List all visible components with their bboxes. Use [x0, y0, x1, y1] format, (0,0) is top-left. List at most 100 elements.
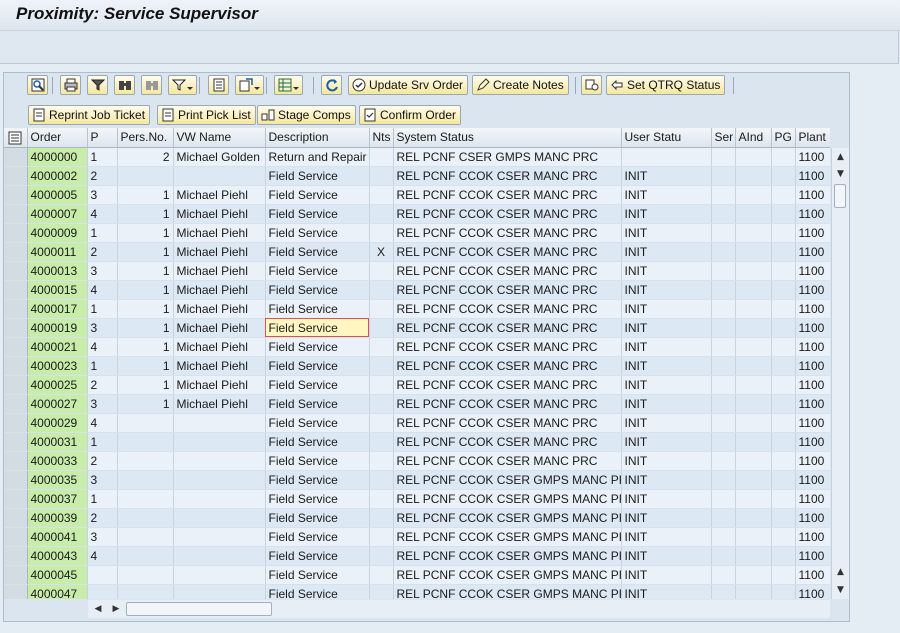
cell-order[interactable]: 4000035 [27, 470, 88, 490]
cell-vw-name[interactable]: Michael Piehl [173, 356, 266, 376]
cell-aind[interactable] [735, 489, 772, 509]
cell-pers-no[interactable] [117, 546, 174, 566]
column-header-user-statu[interactable]: User Statu [621, 128, 712, 148]
cell-nts[interactable] [369, 508, 394, 528]
spreadsheet-button[interactable] [274, 75, 303, 95]
cell-pers-no[interactable] [117, 413, 174, 433]
cell-order[interactable]: 4000031 [27, 432, 88, 452]
cell-aind[interactable] [735, 223, 772, 243]
filter-set-button[interactable] [87, 75, 108, 95]
row-selector[interactable] [4, 280, 28, 300]
scroll-page-down-icon[interactable]: ▼ [833, 581, 848, 598]
cell-user-statu[interactable]: INIT [621, 432, 712, 452]
cell-nts[interactable] [369, 356, 394, 376]
cell-nts[interactable] [369, 470, 394, 490]
cell-aind[interactable] [735, 204, 772, 224]
cell-aind[interactable] [735, 242, 772, 262]
cell-p[interactable]: 3 [87, 261, 118, 281]
row-selector[interactable] [4, 166, 28, 186]
cell-plant[interactable]: 1100 [795, 166, 830, 186]
cell-plant[interactable]: 1100 [795, 204, 830, 224]
column-header-pers-no[interactable]: Pers.No. [117, 128, 174, 148]
cell-description[interactable]: Field Service [265, 223, 370, 243]
cell-user-statu[interactable]: INIT [621, 565, 712, 585]
cell-order[interactable]: 4000015 [27, 280, 88, 300]
confirm-order-button[interactable]: Confirm Order [359, 105, 462, 125]
cell-user-statu[interactable]: INIT [621, 280, 712, 300]
qtrq-icon-button[interactable] [581, 75, 602, 95]
cell-vw-name[interactable]: Michael Piehl [173, 280, 266, 300]
cell-system-status[interactable]: REL PCNF CCOK CSER MANC PRC [393, 299, 622, 319]
cell-p[interactable]: 4 [87, 337, 118, 357]
table-row[interactable]: 4000013 3 1 Michael Piehl Field Service REL P… [4, 261, 830, 281]
cell-vw-name[interactable]: Michael Piehl [173, 242, 266, 262]
cell-pg[interactable] [771, 451, 796, 471]
cell-plant[interactable]: 1100 [795, 375, 830, 395]
cell-order[interactable]: 4000017 [27, 299, 88, 319]
table-row[interactable]: 4000031 1 Field Service REL PCNF CCOK CSER … [4, 432, 830, 452]
cell-plant[interactable]: 1100 [795, 299, 830, 319]
cell-user-statu[interactable]: INIT [621, 470, 712, 490]
cell-description[interactable]: Field Service [265, 337, 370, 357]
cell-pers-no[interactable]: 1 [117, 185, 174, 205]
cell-system-status[interactable]: REL PCNF CCOK CSER MANC PRC [393, 166, 622, 186]
cell-system-status[interactable]: REL PCNF CCOK CSER GMPS MANC PRC [393, 546, 622, 566]
cell-p[interactable]: 1 [87, 356, 118, 376]
cell-vw-name[interactable]: Michael Piehl [173, 394, 266, 414]
cell-p[interactable]: 4 [87, 204, 118, 224]
cell-description[interactable]: Field Service [265, 565, 370, 585]
cell-nts[interactable] [369, 204, 394, 224]
table-row[interactable]: 4000035 3 Field Service REL PCNF CCOK CSER … [4, 470, 830, 490]
scroll-page-up-icon[interactable]: ▲ [833, 563, 848, 580]
scroll-left-icon[interactable]: ◀ [90, 601, 106, 617]
cell-pers-no[interactable]: 1 [117, 280, 174, 300]
column-header-vw-name[interactable]: VW Name [173, 128, 266, 148]
cell-pg[interactable] [771, 375, 796, 395]
cell-p[interactable]: 4 [87, 280, 118, 300]
row-selector[interactable] [4, 527, 28, 547]
table-row[interactable]: 4000043 4 Field Service REL PCNF CCOK CSER … [4, 546, 830, 566]
cell-pg[interactable] [771, 489, 796, 509]
create-notes-button[interactable]: Create Notes [472, 75, 569, 95]
cell-vw-name[interactable] [173, 508, 266, 528]
cell-order[interactable]: 4000047 [27, 584, 88, 599]
cell-order[interactable]: 4000021 [27, 337, 88, 357]
table-row[interactable]: 4000047 Field Service REL PCNF CCOK CSER G… [4, 584, 830, 599]
cell-p[interactable]: 3 [87, 185, 118, 205]
cell-nts[interactable] [369, 261, 394, 281]
cell-nts[interactable] [369, 451, 394, 471]
cell-system-status[interactable]: REL PCNF CCOK CSER GMPS MANC PRC [393, 527, 622, 547]
cell-p[interactable]: 1 [87, 299, 118, 319]
cell-pers-no[interactable]: 1 [117, 261, 174, 281]
row-selector[interactable] [4, 565, 28, 585]
cell-pg[interactable] [771, 204, 796, 224]
cell-ser[interactable] [711, 451, 736, 471]
cell-nts[interactable] [369, 432, 394, 452]
update-srv-order-button[interactable]: Update Srv Order [348, 75, 469, 95]
table-row[interactable]: 4000009 1 1 Michael Piehl Field Service REL P… [4, 223, 830, 243]
cell-ser[interactable] [711, 280, 736, 300]
cell-system-status[interactable]: REL PCNF CCOK CSER GMPS MANC PRC [393, 565, 622, 585]
cell-system-status[interactable]: REL PCNF CCOK CSER MANC PRC [393, 242, 622, 262]
cell-description[interactable]: Field Service [265, 527, 370, 547]
cell-plant[interactable]: 1100 [795, 223, 830, 243]
row-selector[interactable] [4, 242, 28, 262]
cell-vw-name[interactable]: Michael Piehl [173, 375, 266, 395]
cell-ser[interactable] [711, 242, 736, 262]
row-selector[interactable] [4, 318, 28, 338]
row-selector[interactable] [4, 185, 28, 205]
scroll-down-icon[interactable]: ▼ [833, 165, 848, 182]
table-row[interactable]: 4000029 4 Field Service REL PCNF CCOK CSER … [4, 413, 830, 433]
cell-aind[interactable] [735, 394, 772, 414]
cell-ser[interactable] [711, 261, 736, 281]
cell-vw-name[interactable] [173, 166, 266, 186]
cell-pers-no[interactable] [117, 565, 174, 585]
cell-plant[interactable]: 1100 [795, 337, 830, 357]
cell-p[interactable]: 3 [87, 527, 118, 547]
cell-system-status[interactable]: REL PCNF CCOK CSER MANC PRC [393, 261, 622, 281]
cell-plant[interactable]: 1100 [795, 584, 830, 599]
cell-p[interactable]: 2 [87, 242, 118, 262]
print-pick-list-button[interactable]: Print Pick List [157, 105, 256, 125]
cell-user-statu[interactable]: INIT [621, 166, 712, 186]
row-selector[interactable] [4, 584, 28, 599]
